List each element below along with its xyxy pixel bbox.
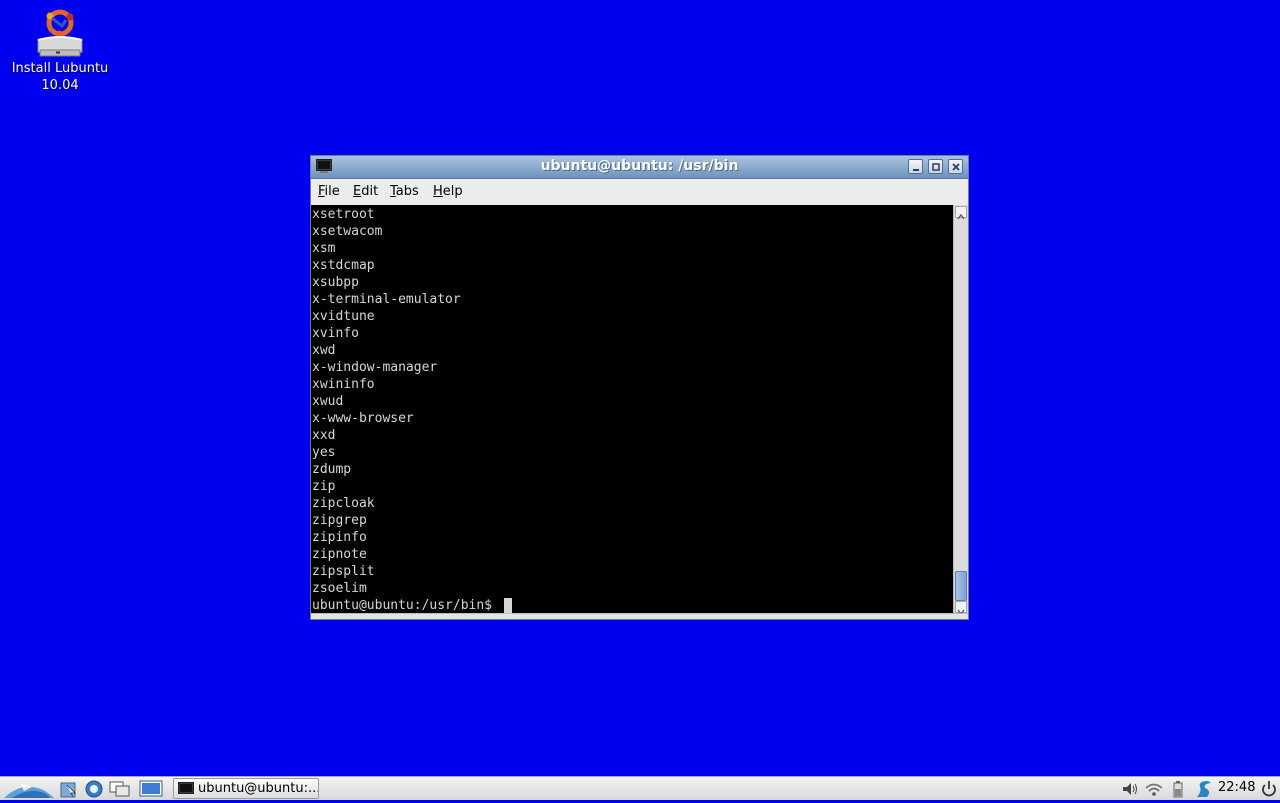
window-bottom-edge [311, 613, 968, 619]
close-icon [952, 163, 960, 171]
terminal-line: zipcloak [312, 496, 375, 511]
installer-drive-icon [32, 8, 88, 60]
wifi-icon[interactable] [1143, 779, 1165, 799]
terminal-task-icon [178, 782, 194, 794]
terminal-line: xsetroot [312, 207, 375, 222]
desktop-icon[interactable] [138, 779, 164, 799]
network-manager-icon[interactable] [1193, 779, 1215, 799]
terminal-line: zdump [312, 462, 352, 477]
terminal-line: xstdcmap [312, 258, 375, 273]
power-icon[interactable] [1259, 779, 1279, 799]
switch-windows-icon[interactable] [108, 779, 132, 799]
terminal-line: x-terminal-emulator [312, 292, 461, 307]
terminal-line: xvidtune [312, 309, 375, 324]
volume-icon[interactable] [1120, 779, 1140, 799]
terminal-window[interactable]: ubuntu@ubuntu: /usr/bin File Edit Tabs H… [310, 155, 969, 620]
terminal-line: xsubpp [312, 275, 359, 290]
terminal-line: xvinfo [312, 326, 359, 341]
battery-icon[interactable] [1170, 779, 1186, 799]
terminal-line: zipsplit [312, 564, 375, 579]
taskbar-task-terminal[interactable]: ubuntu@ubuntu:... [173, 778, 319, 799]
terminal-line: zsoelim [312, 581, 367, 596]
minimize-button[interactable] [908, 159, 923, 174]
terminal-line: xsetwacom [312, 224, 383, 239]
terminal-line: yes [312, 445, 336, 460]
terminal-line: x-www-browser [312, 411, 414, 426]
terminal-line: xwininfo [312, 377, 375, 392]
task-label: ubuntu@ubuntu:... [198, 781, 319, 796]
taskbar: ubuntu@ubuntu:... 22:48 [0, 776, 1280, 800]
lubuntu-menu-icon[interactable] [2, 779, 56, 799]
menu-help[interactable]: Help [433, 184, 463, 199]
terminal-line: zipgrep [312, 513, 367, 528]
terminal-scrollbar[interactable] [953, 205, 968, 616]
maximize-icon [932, 163, 940, 171]
close-button[interactable] [948, 159, 963, 174]
terminal-output[interactable]: xsetroot xsetwacom xsm xstdcmap xsubpp x-term… [311, 205, 953, 615]
file-manager-icon[interactable] [59, 779, 79, 799]
terminal-line: xxd [312, 428, 336, 443]
menu-tabs[interactable]: Tabs [390, 184, 419, 199]
window-title: ubuntu@ubuntu: /usr/bin [540, 158, 739, 174]
terminal-line: xwd [312, 343, 336, 358]
menu-file[interactable]: File [318, 184, 340, 199]
menu-bar: File Edit Tabs Help [311, 179, 968, 206]
window-titlebar[interactable]: ubuntu@ubuntu: /usr/bin [311, 156, 968, 179]
taskbar-clock[interactable]: 22:48 [1218, 780, 1255, 795]
chevron-up-icon [957, 213, 965, 220]
terminal-line: zipnote [312, 547, 367, 562]
minimize-icon [913, 169, 919, 171]
terminal-line: zip [312, 479, 336, 494]
terminal-line: x-window-manager [312, 360, 438, 375]
scroll-up-arrow[interactable] [955, 206, 967, 220]
scroll-down-arrow[interactable] [955, 601, 967, 616]
terminal-cursor [504, 598, 512, 613]
desktop-icon-label: Install Lubuntu 10.04 [11, 61, 109, 93]
menu-edit[interactable]: Edit [353, 184, 378, 199]
maximize-button[interactable] [928, 159, 943, 174]
terminal-prompt: ubuntu@ubuntu:/usr/bin$ [312, 598, 500, 613]
terminal-line: xwud [312, 394, 344, 409]
terminal-line: zipinfo [312, 530, 367, 545]
scroll-thumb[interactable] [955, 571, 967, 601]
terminal-line: xsm [312, 241, 336, 256]
web-browser-icon[interactable] [83, 779, 105, 799]
desktop-icon-install-lubuntu[interactable]: Install Lubuntu 10.04 [6, 8, 114, 94]
